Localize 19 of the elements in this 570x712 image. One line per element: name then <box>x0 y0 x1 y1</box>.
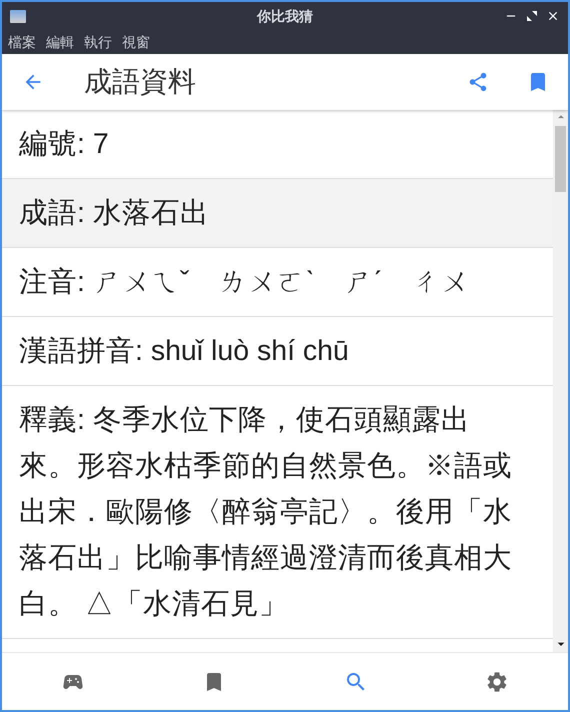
row-text: 釋義: 冬季水位下降，使石頭顯露出來。形容水枯季節的自然景色。※語或出宋．歐陽修〈醉翁亭記〉。後用「水落石出」比喻事情經過澄清而後真相大白。 △「水清石見」 <box>19 404 512 620</box>
menu-item[interactable]: 檔案 <box>8 32 36 52</box>
menu-item[interactable]: 編輯 <box>46 32 74 52</box>
close-icon[interactable] <box>546 9 560 23</box>
row-text: 漢語拼音: shuǐ luò shí chū <box>19 335 349 367</box>
menu-item[interactable]: 視窗 <box>122 32 150 52</box>
maximize-icon[interactable] <box>526 10 538 22</box>
row-text: 注音: ㄕㄨㄟˇ ㄌㄨㄛˋ ㄕˊ ㄔㄨ <box>19 266 470 298</box>
window-title: 你比我猜 <box>257 6 313 26</box>
page-title: 成語資料 <box>84 65 196 99</box>
app-icon <box>10 10 26 22</box>
row-text: 編號: 7 <box>19 128 109 160</box>
menu-item[interactable]: 執行 <box>84 32 112 52</box>
row-text: 成語: 水落石出 <box>19 197 209 229</box>
scroll-thumb[interactable] <box>555 126 566 192</box>
scrollbar[interactable] <box>553 110 568 652</box>
info-row[interactable]: 成語: 水落石出 <box>2 179 553 248</box>
share-icon[interactable] <box>467 71 489 93</box>
settings-icon[interactable] <box>485 670 510 694</box>
